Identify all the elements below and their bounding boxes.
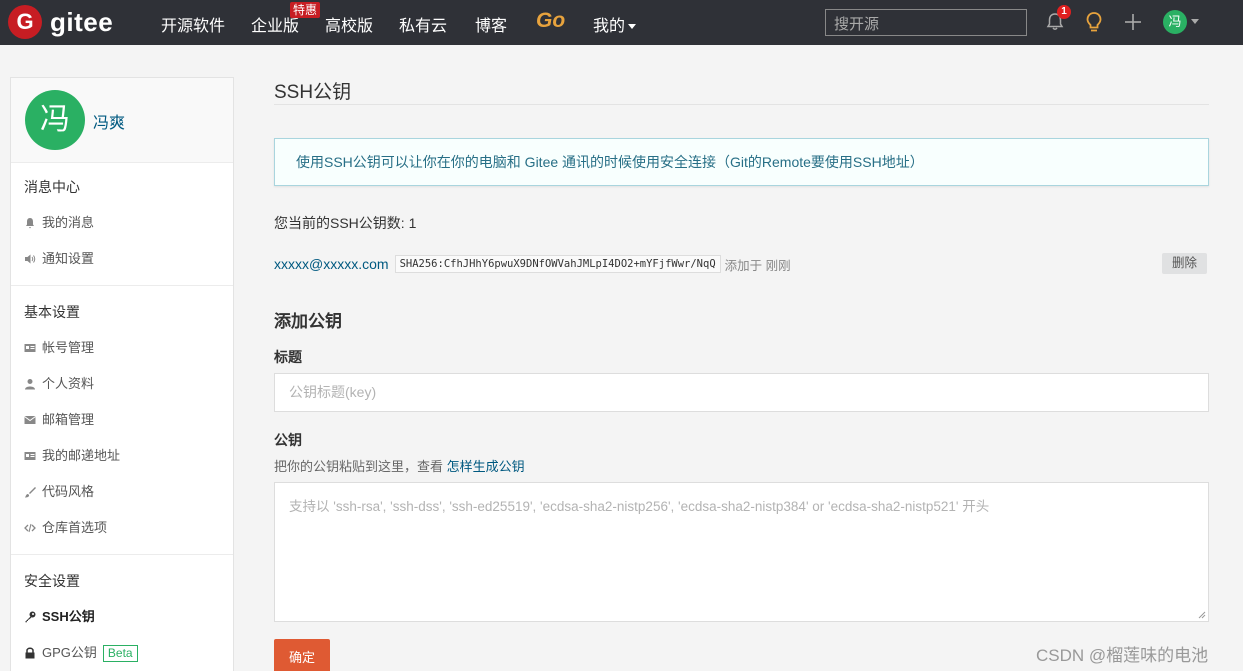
- page-title: SSH公钥: [274, 77, 1209, 105]
- title-label: 标题: [274, 349, 302, 365]
- delete-key-button[interactable]: 删除: [1162, 253, 1207, 274]
- user-icon: [25, 379, 35, 390]
- sidebar-item-label: 仓库首选项: [42, 520, 108, 535]
- key-title-input[interactable]: 公钥标题(key): [274, 373, 1209, 412]
- gitee-logo[interactable]: G gitee: [8, 5, 113, 39]
- sidebar-item-account[interactable]: 帐号管理: [11, 330, 233, 366]
- brush-icon: [25, 487, 36, 498]
- sidebar-item-my-messages[interactable]: 我的消息: [11, 205, 233, 241]
- sidebar-item-label: GPG公钥: [42, 645, 97, 660]
- add-key-heading: 添加公钥: [274, 312, 342, 331]
- key-label: 公钥: [274, 432, 302, 448]
- submit-button[interactable]: 确定: [274, 639, 330, 671]
- nav-mine-dropdown[interactable]: 我的: [593, 12, 637, 36]
- nav-blog[interactable]: 博客: [475, 12, 507, 36]
- profile-avatar[interactable]: 冯: [25, 90, 85, 150]
- id-card-icon: [24, 344, 36, 352]
- sidebar-item-notification-settings[interactable]: 通知设置: [11, 241, 233, 277]
- code-icon: [24, 523, 36, 533]
- plus-icon[interactable]: [1123, 12, 1143, 32]
- key-help-prefix: 把你的公钥粘贴到这里，查看: [274, 459, 447, 474]
- id-card-icon: [24, 452, 36, 460]
- beta-badge: Beta: [102, 644, 138, 662]
- watermark: CSDN @榴莲味的电池: [1036, 646, 1209, 665]
- info-message: 使用SSH公钥可以让你在你的电脑和 Gitee 通讯的时候使用安全连接（Git的…: [274, 138, 1209, 186]
- section-title-basic: 基本设置: [24, 304, 80, 320]
- sidebar-item-email[interactable]: 邮箱管理: [11, 402, 233, 438]
- sidebar-item-label: 我的邮递地址: [42, 448, 121, 463]
- envelope-icon: [24, 416, 36, 424]
- top-navbar: G gitee 开源软件 企业版 特惠 高校版 私有云 博客 Go 我的 搜开源…: [0, 0, 1243, 45]
- speaker-icon: [25, 254, 36, 264]
- section-title-security: 安全设置: [24, 573, 80, 589]
- public-key-placeholder: 支持以 'ssh-rsa', 'ssh-dss', 'ssh-ed25519',…: [289, 499, 990, 514]
- sidebar-item-postal-address[interactable]: 我的邮递地址: [11, 438, 233, 474]
- sidebar-item-profile[interactable]: 个人资料: [11, 366, 233, 402]
- sidebar-item-label: 我的消息: [42, 215, 95, 230]
- lock-icon: [25, 647, 35, 659]
- divider: [11, 285, 233, 286]
- sidebar-item-code-style[interactable]: 代码风格: [11, 474, 233, 510]
- profile-card: 冯 冯爽: [11, 78, 233, 163]
- how-to-generate-key-link[interactable]: 怎样生成公钥: [447, 459, 525, 474]
- sidebar-item-label: 邮箱管理: [42, 412, 95, 427]
- gitee-logo-icon: G: [8, 5, 42, 39]
- user-avatar[interactable]: 冯: [1163, 10, 1187, 34]
- chevron-down-icon[interactable]: [1191, 19, 1199, 24]
- nav-education[interactable]: 高校版: [325, 12, 373, 36]
- divider: [11, 554, 233, 555]
- chevron-down-icon: [628, 24, 637, 30]
- nav-mine-label: 我的: [593, 18, 626, 35]
- ssh-key-count: 您当前的SSH公钥数: 1: [274, 215, 417, 231]
- nav-open-source[interactable]: 开源软件: [161, 12, 225, 36]
- sidebar-item-label: 通知设置: [42, 251, 95, 266]
- ssh-key-row: xxxxx@xxxxx.com SHA256:CfhJHhY6pwuX9DNfO…: [274, 253, 1209, 275]
- sidebar-item-label: 代码风格: [42, 484, 95, 499]
- section-title-messages: 消息中心: [24, 179, 80, 195]
- ssh-key-added-time: 添加于 刚刚: [724, 258, 791, 273]
- sidebar-item-gpg-keys[interactable]: GPG公钥 Beta: [11, 635, 233, 671]
- bell-icon: [26, 218, 34, 229]
- sidebar-item-repo-preferences[interactable]: 仓库首选项: [11, 510, 233, 546]
- sidebar-item-label: SSH公钥: [42, 609, 95, 624]
- special-offer-badge: 特惠: [290, 2, 321, 18]
- notification-count-badge: 1: [1057, 5, 1071, 19]
- ssh-key-fingerprint: SHA256:CfhJHhY6pwuX9DNfOWVahJMLpI4DO2+mY…: [394, 255, 721, 273]
- ssh-key-title[interactable]: xxxxx@xxxxx.com: [274, 256, 389, 272]
- profile-name[interactable]: 冯爽: [93, 109, 125, 133]
- nav-private-cloud[interactable]: 私有云: [399, 12, 447, 36]
- resize-handle-icon[interactable]: [1198, 611, 1206, 619]
- sidebar-item-ssh-keys[interactable]: SSH公钥: [11, 599, 233, 635]
- nav-go[interactable]: Go: [536, 9, 565, 33]
- settings-sidebar: 冯 冯爽 消息中心 我的消息 通知设置 基本设置 帐号管理 个人资料 邮箱管理 …: [10, 77, 234, 671]
- key-icon: [25, 611, 36, 623]
- search-input[interactable]: 搜开源: [825, 9, 1027, 36]
- gitee-wordmark: gitee: [50, 6, 114, 37]
- sidebar-item-label: 个人资料: [42, 376, 95, 391]
- key-help-text: 把你的公钥粘贴到这里，查看 怎样生成公钥: [274, 456, 1209, 475]
- public-key-textarea[interactable]: 支持以 'ssh-rsa', 'ssh-dss', 'ssh-ed25519',…: [274, 482, 1209, 622]
- main-content: SSH公钥 使用SSH公钥可以让你在你的电脑和 Gitee 通讯的时候使用安全连…: [274, 77, 1209, 671]
- sidebar-item-label: 帐号管理: [42, 340, 95, 355]
- lightbulb-icon[interactable]: [1084, 11, 1104, 33]
